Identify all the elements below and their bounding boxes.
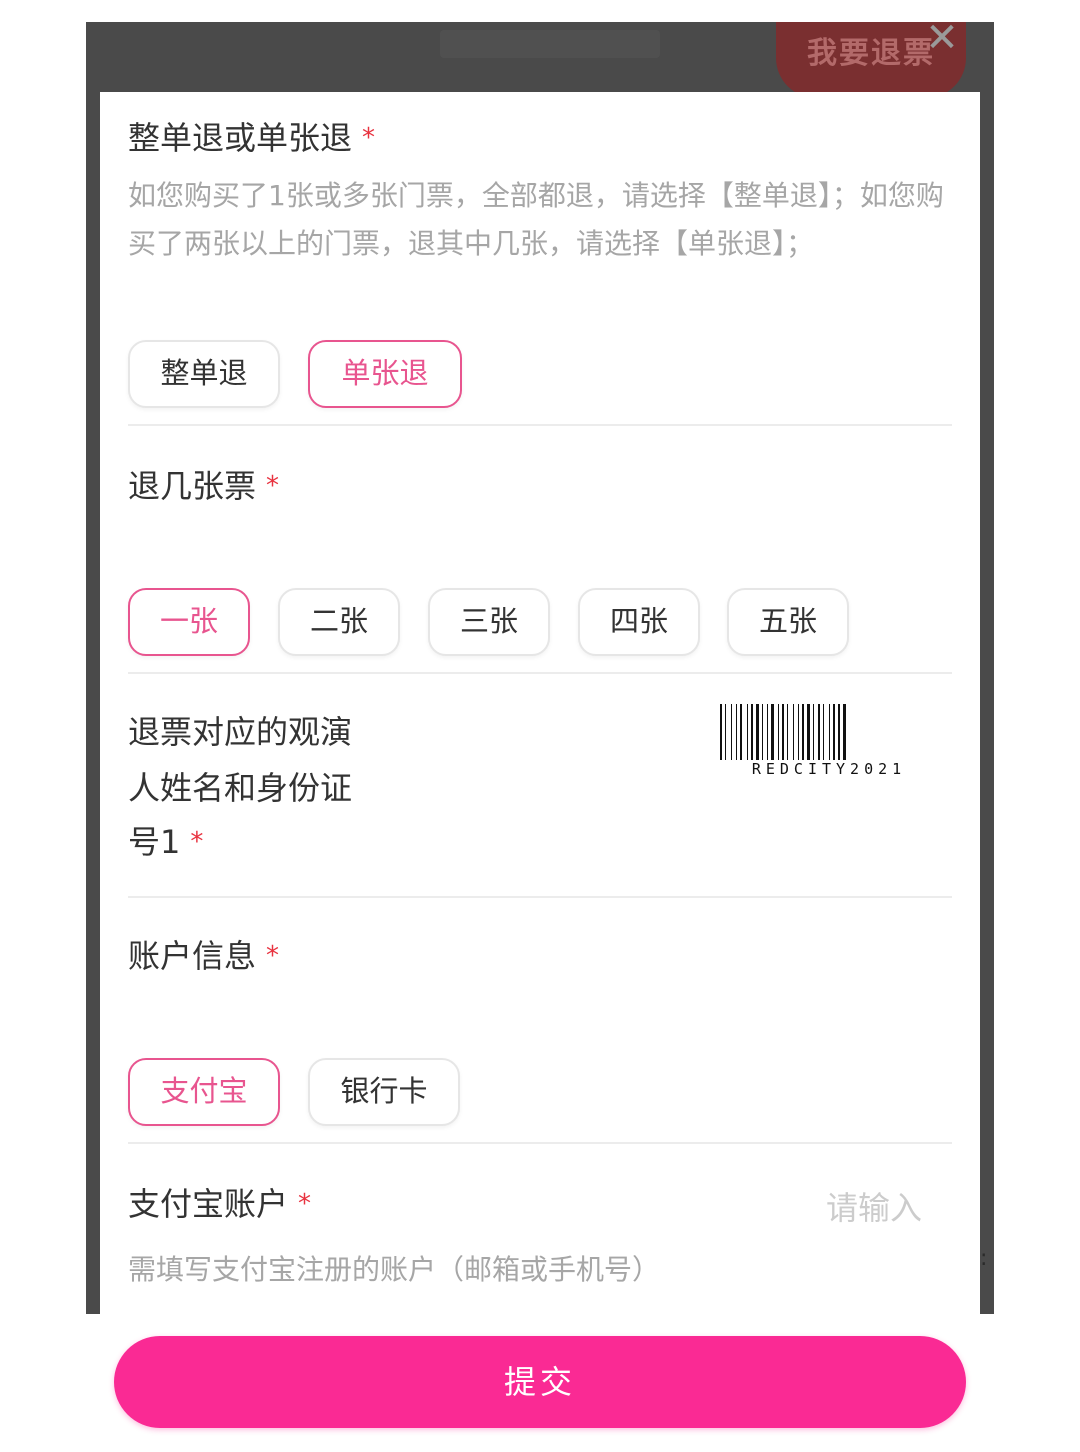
option-count-3[interactable]: 三张	[428, 588, 550, 656]
alipay-account-input[interactable]: 请输入	[826, 1180, 922, 1236]
required-mark: *	[266, 941, 280, 971]
option-count-5[interactable]: 五张	[727, 588, 849, 656]
option-bank-card[interactable]: 银行卡	[308, 1058, 460, 1126]
refund-type-label: 整单退或单张退 *	[128, 119, 376, 157]
account-info-label: 账户信息 *	[128, 937, 280, 975]
barcode-image	[720, 704, 846, 760]
alipay-account-label: 支付宝账户 *	[128, 1185, 312, 1223]
divider	[128, 672, 952, 674]
option-count-2[interactable]: 二张	[278, 588, 400, 656]
submit-button[interactable]: 提交	[114, 1336, 966, 1428]
required-mark: *	[362, 123, 376, 153]
close-icon[interactable]: ✕	[922, 18, 962, 58]
attendee-label-line1: 退票对应的观演	[128, 713, 353, 751]
option-whole-order[interactable]: 整单退	[128, 340, 280, 408]
option-single-ticket[interactable]: 单张退	[308, 340, 462, 408]
refund-type-description: 如您购买了1张或多张门票，全部都退，请选择【整单退】；如您购买了两张以上的门票，…	[128, 179, 944, 260]
attendee-label-line3: 号1 *	[128, 823, 204, 861]
backdrop-title-blur	[440, 30, 660, 58]
required-mark: *	[190, 827, 204, 857]
refund-form-sheet: 整单退或单张退 * 如您购买了1张或多张门票，全部都退，请选择【整单退】；如您购买…	[100, 92, 980, 1314]
required-mark: *	[266, 471, 280, 501]
attendee-label-line2: 人姓名和身份证	[128, 769, 353, 807]
edge-glyph: :	[980, 1246, 988, 1271]
divider	[128, 424, 952, 426]
option-count-4[interactable]: 四张	[578, 588, 700, 656]
alipay-account-hint: 需填写支付宝注册的账户（邮箱或手机号）	[128, 1253, 661, 1286]
barcode-text: REDCITY2021	[751, 760, 907, 778]
option-count-1[interactable]: 一张	[128, 588, 250, 656]
option-alipay[interactable]: 支付宝	[128, 1058, 280, 1126]
divider	[128, 1142, 952, 1144]
required-mark: *	[298, 1189, 312, 1219]
divider	[128, 896, 952, 898]
ticket-count-label: 退几张票 *	[128, 467, 280, 505]
